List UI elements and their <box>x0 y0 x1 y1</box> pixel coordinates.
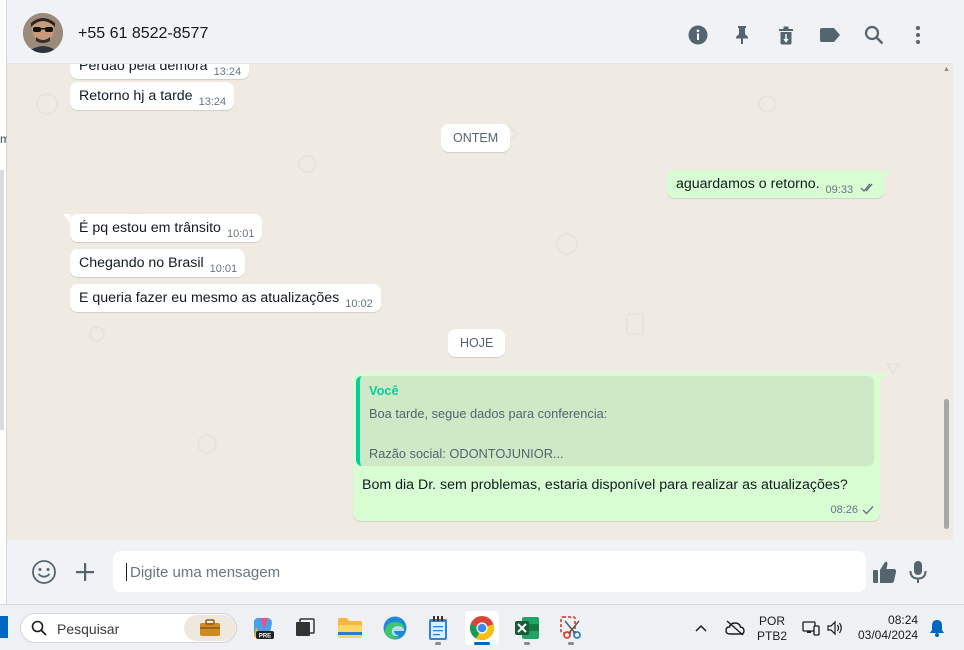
chat-list-scrollbar[interactable] <box>0 170 4 430</box>
text-caret <box>126 563 127 581</box>
contact-name[interactable]: +55 61 8522-8577 <box>78 25 208 43</box>
clock-date: 03/04/2024 <box>858 628 919 642</box>
chrome-browser-icon[interactable] <box>465 611 499 645</box>
onedrive-offline-icon[interactable] <box>725 605 745 650</box>
date-divider: ONTEM <box>441 124 511 152</box>
message-scrollbar[interactable]: ▲ <box>943 64 951 540</box>
quoted-message[interactable]: Você Boa tarde, segue dados para confere… <box>356 376 874 466</box>
task-view-icon[interactable] <box>288 611 322 645</box>
message-text: Chegando no Brasil <box>79 255 204 271</box>
chat-list-edge: m <box>0 0 10 604</box>
message-input[interactable]: Digite uma mensagem <box>113 551 866 592</box>
contact-avatar[interactable] <box>23 13 63 53</box>
input-language[interactable]: POR PTB2 <box>757 614 787 644</box>
pin-icon[interactable] <box>729 22 755 48</box>
message-text: Retorno hj a tarde <box>79 88 193 104</box>
bubble-tail <box>879 373 887 383</box>
svg-text:PRE: PRE <box>259 634 271 640</box>
microphone-icon[interactable] <box>906 558 930 586</box>
bubble-tail <box>63 214 71 224</box>
attach-plus-icon[interactable] <box>73 560 97 584</box>
message-text: Perdão pela demora <box>79 64 208 74</box>
notification-bell-icon[interactable] <box>929 605 945 650</box>
copilot-icon[interactable]: PRE <box>246 611 280 645</box>
emoji-icon[interactable] <box>31 559 57 585</box>
running-indicator <box>568 642 574 645</box>
file-explorer-icon[interactable] <box>333 611 367 645</box>
message-incoming[interactable]: E queria fazer eu mesmo as atualizações 1… <box>70 284 381 312</box>
tray-overflow-chevron-icon[interactable] <box>694 605 708 650</box>
search-icon[interactable] <box>861 22 887 48</box>
sent-tick-icon <box>862 505 874 515</box>
message-incoming[interactable]: Perdão pela demora 13:24 <box>70 64 250 79</box>
date-divider: HOJE <box>448 329 506 357</box>
edge-browser-icon[interactable] <box>378 611 412 645</box>
keyboard-layout: PTB2 <box>757 629 788 643</box>
running-indicator <box>435 642 441 645</box>
start-button[interactable] <box>0 616 8 638</box>
read-ticks-icon <box>860 181 876 197</box>
scrollbar-thumb[interactable] <box>944 399 949 529</box>
taskbar-search-label: Pesquisar <box>57 621 120 637</box>
scroll-up-arrow-icon[interactable]: ▲ <box>943 66 950 73</box>
language-code: POR <box>759 614 786 628</box>
message-text: E queria fazer eu mesmo as atualizações <box>79 290 340 306</box>
info-icon[interactable] <box>685 22 711 48</box>
menu-dots-icon[interactable] <box>905 22 931 48</box>
message-time: 09:33 <box>825 184 854 196</box>
message-text: Bom dia Dr. sem problemas, estaria dispo… <box>362 477 848 493</box>
chat-header: +55 61 8522-8577 <box>7 5 953 64</box>
message-outgoing[interactable]: aguardamos o retorno. 09:33 <box>667 170 892 199</box>
message-text: aguardamos o retorno. <box>676 176 820 192</box>
notepad-icon[interactable] <box>421 611 455 645</box>
message-time: 13:24 <box>213 66 242 78</box>
volume-icon[interactable] <box>826 605 844 650</box>
message-outgoing-reply[interactable]: Você Boa tarde, segue dados para confere… <box>353 373 887 521</box>
thumbs-up-icon[interactable] <box>871 558 899 586</box>
message-input-placeholder: Digite uma mensagem <box>130 564 281 581</box>
briefcase-icon[interactable] <box>184 615 236 641</box>
taskbar-search[interactable]: Pesquisar <box>20 613 237 643</box>
message-text: É pq estou em trânsito <box>79 220 221 236</box>
search-icon <box>31 620 47 641</box>
active-indicator <box>474 642 490 645</box>
system-clock[interactable]: 08:24 03/04/2024 <box>858 613 918 643</box>
quote-author: Você <box>369 383 399 398</box>
message-time: 08:26 <box>830 504 858 516</box>
message-incoming[interactable]: Chegando no Brasil 10:01 <box>70 249 246 277</box>
message-list[interactable]: Perdão pela demora 13:24 Retorno hj a tar… <box>7 64 953 540</box>
message-time: 10:02 <box>345 298 373 310</box>
message-time: 10:01 <box>209 263 238 275</box>
message-incoming[interactable]: Retorno hj a tarde 13:24 <box>70 82 235 110</box>
windows-taskbar: Pesquisar PRE POR PTB2 08:24 03/04/2024 <box>0 604 964 650</box>
message-time: 13:24 <box>198 96 227 108</box>
running-indicator <box>524 642 530 645</box>
network-icon[interactable] <box>802 605 820 650</box>
excel-icon[interactable] <box>510 611 544 645</box>
message-incoming[interactable]: É pq estou em trânsito 10:01 <box>63 214 263 242</box>
quote-text: Boa tarde, segue dados para conferencia:… <box>369 406 608 461</box>
label-icon[interactable] <box>817 22 843 48</box>
trash-icon[interactable] <box>773 22 799 48</box>
snipping-tool-icon[interactable] <box>554 611 588 645</box>
message-time: 10:01 <box>226 228 255 240</box>
bubble-tail <box>883 170 892 180</box>
message-composer: Digite uma mensagem <box>7 540 953 604</box>
clock-time: 08:24 <box>888 613 919 627</box>
